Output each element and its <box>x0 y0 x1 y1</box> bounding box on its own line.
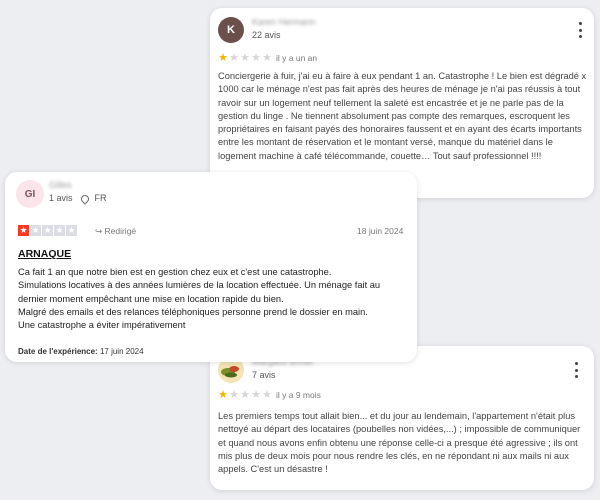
star-rating: ★ ★ ★ ★ ★ <box>218 51 272 64</box>
star-icon: ★ <box>229 51 239 64</box>
review-card-gilles: GI Gilles 1 avis FR ★ ★ ★ ★ ★ ↪ Redirigé… <box>5 172 417 362</box>
review-card-karen: K Karen Hermann 22 avis ★ ★ ★ ★ ★ il y a… <box>210 8 594 198</box>
reviewer-review-count: 22 avis <box>252 30 281 40</box>
review-title[interactable]: ARNAQUE <box>18 248 71 260</box>
star-icon: ★ <box>18 225 29 236</box>
star-icon: ★ <box>240 51 250 64</box>
star-icon: ★ <box>251 388 261 401</box>
redirect-text: Redirigé <box>104 226 137 236</box>
review-time: il y a un an <box>276 53 318 63</box>
experience-date: Date de l'expérience: 17 juin 2024 <box>18 347 144 356</box>
avatar[interactable]: K <box>218 17 244 43</box>
star-rating: ★ ★ ★ ★ ★ <box>218 388 272 401</box>
star-rating: ★ ★ ★ ★ ★ <box>18 225 77 236</box>
review-date: 18 juin 2024 <box>357 226 404 236</box>
star-icon: ★ <box>54 225 65 236</box>
experience-date-value: 17 juin 2024 <box>99 347 144 356</box>
star-icon: ★ <box>218 388 228 401</box>
more-options-kebab-icon[interactable] <box>572 362 580 378</box>
reviewer-country: FR <box>94 193 107 203</box>
star-icon: ★ <box>262 388 272 401</box>
star-icon: ★ <box>30 225 41 236</box>
avatar[interactable]: GI <box>16 180 44 208</box>
star-icon: ★ <box>251 51 261 64</box>
review-text: Conciergerie à fuir, j'ai eu à faire à e… <box>218 71 587 161</box>
star-icon: ★ <box>240 388 250 401</box>
more-options-kebab-icon[interactable] <box>576 22 584 38</box>
reviewer-name[interactable]: Karen Hermann <box>252 17 316 27</box>
reviewer-review-count: 1 avis <box>49 193 73 203</box>
reviewer-review-count: 7 avis <box>252 370 276 380</box>
star-icon: ★ <box>229 388 239 401</box>
star-icon: ★ <box>218 51 228 64</box>
reviewer-meta: 1 avis FR <box>49 192 107 205</box>
star-icon: ★ <box>262 51 272 64</box>
location-pin-icon <box>79 192 91 205</box>
star-icon: ★ <box>42 225 53 236</box>
star-icon: ★ <box>66 225 77 236</box>
review-text: Les premiers temps tout allait bien... e… <box>218 411 581 475</box>
review-time: il y a 9 mois <box>276 390 321 400</box>
experience-date-label: Date de l'expérience: <box>18 347 98 356</box>
review-text: Ca fait 1 an que notre bien est en gesti… <box>18 267 381 331</box>
review-card-margaux: Margaux Brinet 7 avis ★ ★ ★ ★ ★ il y a 9… <box>210 346 594 490</box>
redirect-label: ↪ Redirigé <box>95 226 136 237</box>
reviewer-name[interactable]: Gilles <box>49 180 72 190</box>
redirect-arrow-icon: ↪ <box>95 226 103 236</box>
